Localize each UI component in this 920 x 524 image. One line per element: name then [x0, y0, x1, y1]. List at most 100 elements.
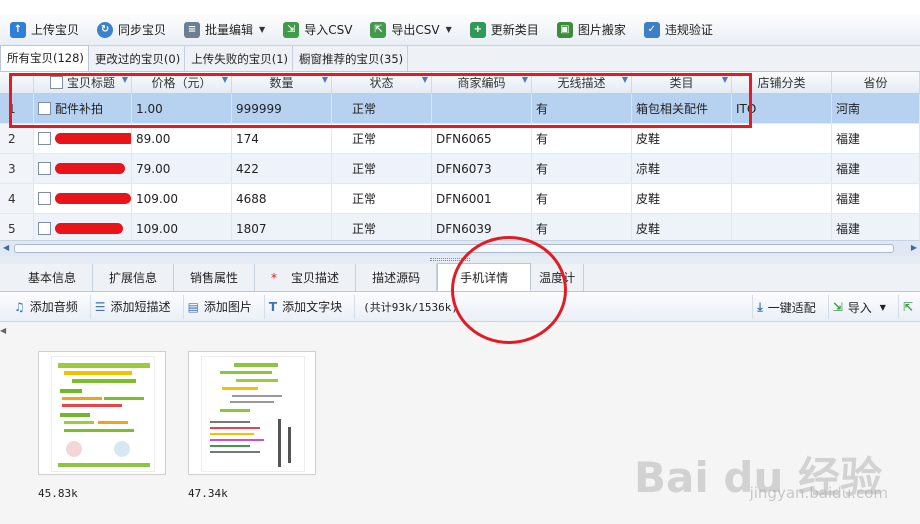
status-cell[interactable]: 正常 [332, 124, 432, 153]
row-checkbox[interactable] [38, 132, 51, 145]
add-short-description-button[interactable]: ☰ 添加短描述 [91, 294, 184, 319]
price-cell[interactable]: 79.00 [132, 154, 232, 183]
price-cell[interactable]: 1.00 [132, 94, 232, 123]
tab-all-items[interactable]: 所有宝贝(128) [0, 45, 89, 71]
tab-description-source[interactable]: 描述源码 [356, 264, 438, 291]
import-button[interactable]: ⇲ 导入 ▼ [827, 295, 898, 319]
import-csv-button[interactable]: ⇲ 导入CSV [279, 17, 364, 43]
title-cell[interactable] [34, 124, 132, 153]
shop-category-cell[interactable] [732, 214, 832, 243]
code-cell[interactable]: DFN6039 [432, 214, 532, 243]
quantity-cell[interactable]: 1807 [232, 214, 332, 243]
shop-category-cell[interactable]: ITO [732, 94, 832, 123]
tab-extended-info[interactable]: 扩展信息 [93, 264, 175, 291]
export-csv-button[interactable]: ⇱ 导出CSV ▼ [366, 17, 463, 43]
shop-category-cell[interactable] [732, 124, 832, 153]
quantity-cell[interactable]: 174 [232, 124, 332, 153]
tab-modified-items[interactable]: 更改过的宝贝(0) [89, 46, 186, 71]
column-header-price[interactable]: 价格（元） ▼ [132, 72, 232, 93]
table-row[interactable]: 2 89.00 174 正常 DFN6065 有 皮鞋 福建 [0, 124, 920, 154]
select-all-checkbox[interactable] [49, 76, 63, 89]
category-cell[interactable]: 箱包相关配件 [632, 94, 732, 123]
status-cell[interactable]: 正常 [332, 94, 432, 123]
province-cell[interactable]: 福建 [832, 154, 920, 183]
scroll-right-icon[interactable]: ▶ [911, 243, 917, 252]
category-cell[interactable]: 皮鞋 [632, 214, 732, 243]
title-cell[interactable] [34, 184, 132, 213]
status-cell[interactable]: 正常 [332, 184, 432, 213]
tab-recommended-items[interactable]: 橱窗推荐的宝贝(35) [293, 46, 409, 71]
title-cell[interactable]: 配件补拍 [34, 94, 132, 123]
tab-mobile-details[interactable]: 手机详情 [437, 263, 532, 291]
quantity-cell[interactable]: 422 [232, 154, 332, 183]
filter-icon[interactable]: ▼ [522, 75, 528, 84]
tab-thermometer[interactable]: 温度计 [531, 264, 585, 291]
price-cell[interactable]: 89.00 [132, 124, 232, 153]
code-cell[interactable]: DFN6001 [432, 184, 532, 213]
add-image-button[interactable]: ▤ 添加图片 [184, 294, 265, 319]
wireless-cell[interactable]: 有 [532, 154, 632, 183]
column-header-wireless[interactable]: 无线描述 ▼ [532, 72, 632, 93]
one-click-fit-button[interactable]: ⤓ 一键适配 [752, 295, 827, 319]
province-cell[interactable]: 福建 [832, 214, 920, 243]
wireless-cell[interactable]: 有 [532, 124, 632, 153]
category-cell[interactable]: 凉鞋 [632, 154, 732, 183]
title-cell[interactable] [34, 154, 132, 183]
wireless-cell[interactable]: 有 [532, 94, 632, 123]
chevron-down-icon[interactable]: ▼ [259, 25, 265, 34]
wireless-cell[interactable]: 有 [532, 184, 632, 213]
tab-basic-info[interactable]: 基本信息 [12, 264, 94, 291]
code-cell[interactable] [432, 94, 532, 123]
filter-icon[interactable]: ▼ [222, 75, 228, 84]
collapse-handle-icon[interactable]: ◀ [0, 326, 6, 335]
column-header-code[interactable]: 商家编码 ▼ [432, 72, 532, 93]
scrollbar-thumb[interactable] [14, 244, 894, 253]
province-cell[interactable]: 河南 [832, 94, 920, 123]
column-header-title[interactable]: 宝贝标题 ▼ [34, 72, 132, 93]
code-cell[interactable]: DFN6073 [432, 154, 532, 183]
title-cell[interactable] [34, 214, 132, 243]
filter-icon[interactable]: ▼ [422, 75, 428, 84]
column-header-shop-category[interactable]: 店铺分类 [732, 72, 832, 93]
violation-check-button[interactable]: ✓ 违规验证 [640, 17, 725, 43]
tab-item-description[interactable]: * 宝贝描述 [255, 264, 357, 291]
row-checkbox[interactable] [38, 222, 51, 235]
tab-failed-items[interactable]: 上传失败的宝贝(1) [185, 46, 294, 71]
detail-image-thumbnail[interactable] [38, 351, 166, 475]
image-move-button[interactable]: ▣ 图片搬家 [553, 17, 638, 43]
update-category-button[interactable]: + 更新类目 [466, 17, 551, 43]
filter-icon[interactable]: ▼ [322, 75, 328, 84]
add-audio-button[interactable]: ♫ 添加音频 [10, 294, 91, 319]
batch-edit-button[interactable]: ≡ 批量编辑 ▼ [180, 17, 277, 43]
sync-button[interactable]: ↻ 同步宝贝 [93, 17, 178, 43]
shop-category-cell[interactable] [732, 184, 832, 213]
table-row[interactable]: 4 109.00 4688 正常 DFN6001 有 皮鞋 福建 [0, 184, 920, 214]
province-cell[interactable]: 福建 [832, 124, 920, 153]
province-cell[interactable]: 福建 [832, 184, 920, 213]
quantity-cell[interactable]: 4688 [232, 184, 332, 213]
quantity-cell[interactable]: 999999 [232, 94, 332, 123]
row-checkbox[interactable] [38, 192, 51, 205]
category-cell[interactable]: 皮鞋 [632, 124, 732, 153]
filter-icon[interactable]: ▼ [722, 75, 728, 84]
price-cell[interactable]: 109.00 [132, 214, 232, 243]
code-cell[interactable]: DFN6065 [432, 124, 532, 153]
wireless-cell[interactable]: 有 [532, 214, 632, 243]
status-cell[interactable]: 正常 [332, 214, 432, 243]
scroll-left-icon[interactable]: ◀ [3, 243, 9, 252]
splitter-grip[interactable] [430, 258, 470, 261]
detail-image-thumbnail[interactable] [188, 351, 316, 475]
shop-category-cell[interactable] [732, 154, 832, 183]
table-row[interactable]: 3 79.00 422 正常 DFN6073 有 凉鞋 福建 [0, 154, 920, 184]
filter-icon[interactable]: ▼ [122, 75, 128, 84]
chevron-down-icon[interactable]: ▼ [446, 25, 452, 34]
status-cell[interactable]: 正常 [332, 154, 432, 183]
upload-button[interactable]: ↑ 上传宝贝 [6, 17, 91, 43]
price-cell[interactable]: 109.00 [132, 184, 232, 213]
column-header-status[interactable]: 状态 ▼ [332, 72, 432, 93]
table-row[interactable]: 1 配件补拍 1.00 999999 正常 有 箱包相关配件 ITO 河南 [0, 94, 920, 124]
column-header-quantity[interactable]: 数量 ▼ [232, 72, 332, 93]
export-button[interactable]: ⇱ [897, 295, 920, 319]
category-cell[interactable]: 皮鞋 [632, 184, 732, 213]
horizontal-scrollbar[interactable]: ◀ ▶ [0, 240, 920, 256]
